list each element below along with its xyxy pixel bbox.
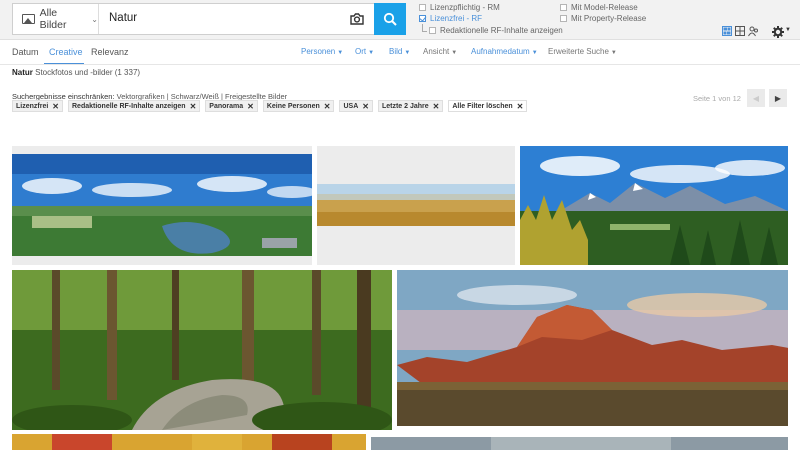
chevron-down-icon: ⌄ <box>91 14 98 24</box>
mountain-forest-photo <box>520 146 788 265</box>
result-term: Natur <box>12 68 33 77</box>
aerial-lake-photo <box>12 154 312 265</box>
tab-relevanz[interactable]: Relevanz <box>91 47 129 57</box>
rf-editorial-checkbox[interactable]: Redaktionelle RF-Inhalte anzeigen <box>429 26 563 35</box>
search-button[interactable] <box>374 3 406 35</box>
chip-label: Letzte 2 Jahre <box>381 102 429 110</box>
checkbox-icon <box>429 27 436 34</box>
result-summary: Natur Stockfotos und -bilder (1 337) <box>12 68 140 77</box>
caret-down-icon: ▼ <box>368 50 375 56</box>
prairie-panorama-photo <box>317 184 515 226</box>
chip-label: Lizenzfrei <box>16 102 49 110</box>
scope-label: Alle Bilder <box>39 7 67 31</box>
close-icon[interactable]: ✕ <box>52 102 59 111</box>
top-bar: Alle Bilder ⌄ Natur Lizenzpflichtig - RM… <box>0 0 800 40</box>
next-page-button[interactable]: ▶ <box>769 89 787 107</box>
gear-icon[interactable] <box>772 26 784 38</box>
clear-all-filters-chip[interactable]: Alle Filter löschen ✕ <box>448 100 528 112</box>
caret-down-icon: ▼ <box>610 50 617 56</box>
license-rf-checkbox[interactable]: Lizenzfrei - RF <box>419 14 482 23</box>
filter-chip[interactable]: Lizenzfrei ✕ <box>12 100 63 112</box>
close-icon[interactable]: ✕ <box>362 102 369 111</box>
menu-bild[interactable]: Bild ▼ <box>389 47 410 56</box>
menu-aufnahmedatum-label: Aufnahmedatum <box>471 47 530 56</box>
chip-label: Panorama <box>209 102 244 110</box>
close-icon[interactable]: ✕ <box>517 102 524 111</box>
image-tile[interactable] <box>317 146 515 265</box>
filter-chip[interactable]: Keine Personen ✕ <box>262 100 335 112</box>
divider <box>0 64 800 65</box>
search-box: Alle Bilder ⌄ Natur <box>12 3 374 35</box>
grid-view-icon[interactable] <box>735 26 745 36</box>
property-release-label: Mit Property-Release <box>571 14 647 23</box>
active-filter-chips: Lizenzfrei ✕ Redaktionelle RF-Inhalte anz… <box>12 100 528 113</box>
menu-bild-label: Bild <box>389 47 403 56</box>
model-release-checkbox[interactable]: Mit Model-Release <box>560 3 638 12</box>
tab-datum[interactable]: Datum <box>12 47 39 57</box>
image-tile[interactable] <box>12 146 312 265</box>
chip-label: Redaktionelle RF-Inhalte anzeigen <box>72 102 186 110</box>
menu-ort[interactable]: Ort ▼ <box>355 47 374 56</box>
menu-erweiterte-suche[interactable]: Erweiterte Suche ▼ <box>548 47 617 56</box>
image-tile[interactable] <box>12 434 366 450</box>
menu-erweiterte-suche-label: Erweiterte Suche <box>548 47 609 56</box>
red-rock-mesa-photo <box>397 270 788 426</box>
close-icon[interactable]: ✕ <box>247 102 254 111</box>
chip-label: Keine Personen <box>266 102 320 110</box>
image-tile[interactable] <box>520 146 788 265</box>
model-release-label: Mit Model-Release <box>571 3 638 12</box>
result-count: Stockfotos und -bilder (1 337) <box>35 68 141 77</box>
cloudy-landscape-photo <box>371 437 788 450</box>
menu-aufnahmedatum[interactable]: Aufnahmedatum ▼ <box>471 47 538 56</box>
tab-creative[interactable]: Creative <box>49 47 83 57</box>
license-rm-checkbox[interactable]: Lizenzpflichtig - RM <box>419 3 500 12</box>
chip-label: Alle Filter löschen <box>452 102 513 110</box>
menu-personen-label: Personen <box>301 47 336 56</box>
search-scope-dropdown[interactable]: Alle Bilder ⌄ <box>13 4 99 34</box>
forest-stream-photo <box>12 270 392 430</box>
chip-label: USA <box>343 102 359 110</box>
rf-editorial-label: Redaktionelle RF-Inhalte anzeigen <box>440 26 563 35</box>
caret-down-icon: ▼ <box>531 50 538 56</box>
prev-page-button[interactable]: ◀ <box>747 89 765 107</box>
menu-ansicht[interactable]: Ansicht ▼ <box>423 47 457 56</box>
checkbox-checked-icon <box>419 15 426 22</box>
close-icon[interactable]: ✕ <box>324 102 331 111</box>
caret-down-icon: ▼ <box>451 50 458 56</box>
license-rm-label: Lizenzpflichtig - RM <box>430 3 500 12</box>
filter-chip[interactable]: Letzte 2 Jahre ✕ <box>377 100 444 112</box>
license-rf-label: Lizenzfrei - RF <box>430 14 483 23</box>
image-tile[interactable] <box>397 270 788 426</box>
filter-chip[interactable]: Panorama ✕ <box>205 100 258 112</box>
people-icon[interactable] <box>748 26 759 37</box>
close-icon[interactable]: ✕ <box>190 102 197 111</box>
image-icon <box>22 14 35 24</box>
mosaic-view-icon[interactable] <box>722 26 732 36</box>
filter-chip[interactable]: Redaktionelle RF-Inhalte anzeigen ✕ <box>68 100 201 112</box>
settings-caret-icon[interactable]: ▼ <box>785 27 791 33</box>
search-icon <box>383 12 397 26</box>
checkbox-icon <box>560 4 567 11</box>
tree-connector <box>422 24 427 32</box>
image-tile[interactable] <box>371 437 788 450</box>
checkbox-icon <box>560 15 567 22</box>
caret-down-icon: ▼ <box>404 50 411 56</box>
close-icon[interactable]: ✕ <box>433 102 440 111</box>
camera-search-icon[interactable] <box>350 12 364 25</box>
property-release-checkbox[interactable]: Mit Property-Release <box>560 14 646 23</box>
image-tile[interactable] <box>12 270 392 430</box>
search-input[interactable]: Natur <box>109 12 137 24</box>
filter-chip[interactable]: USA ✕ <box>339 100 373 112</box>
autumn-foliage-photo <box>12 434 366 450</box>
page-info: Seite 1 von 12 <box>693 94 741 103</box>
menu-ansicht-label: Ansicht <box>423 47 450 56</box>
menu-ort-label: Ort <box>355 47 367 56</box>
checkbox-icon <box>419 4 426 11</box>
menu-personen[interactable]: Personen ▼ <box>301 47 343 56</box>
caret-down-icon: ▼ <box>337 50 344 56</box>
